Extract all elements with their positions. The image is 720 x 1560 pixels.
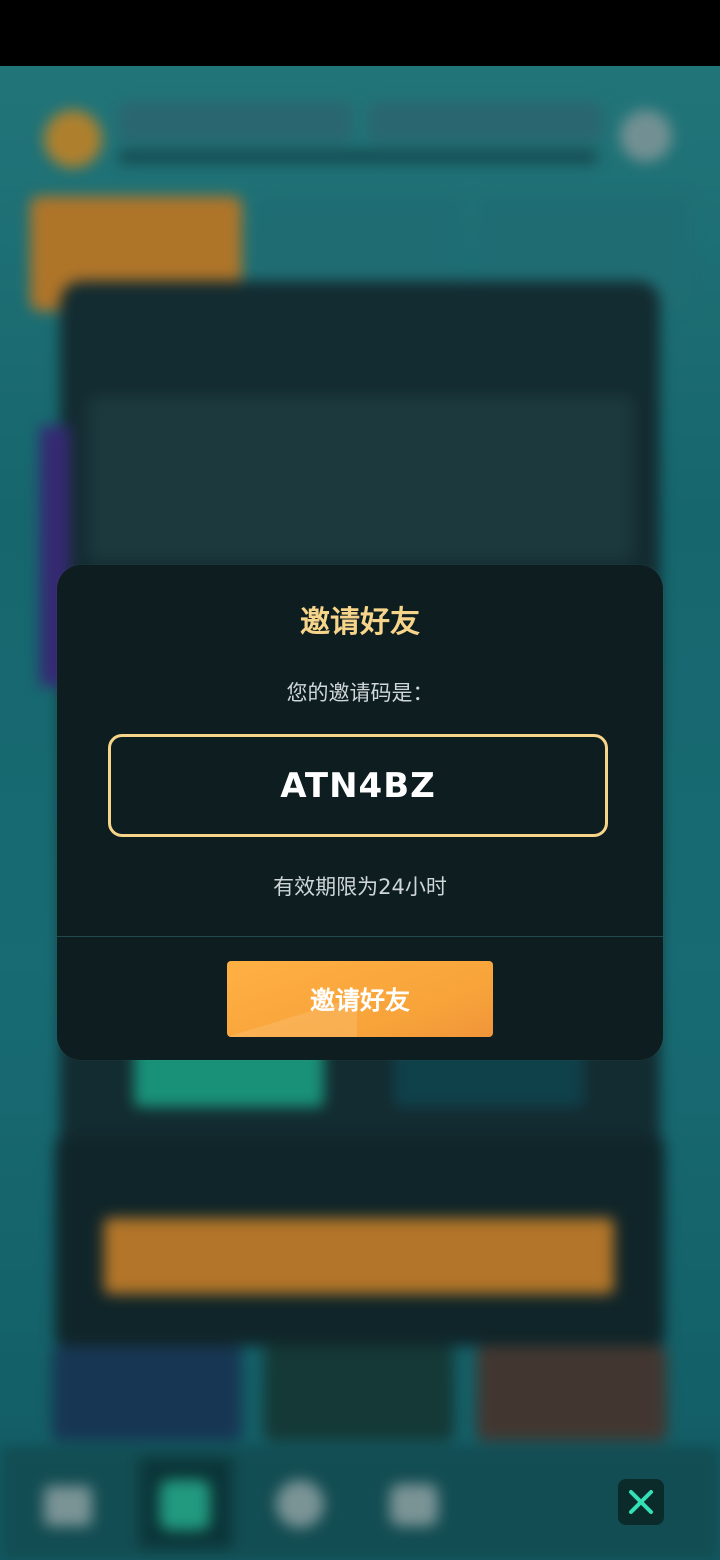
invite-code-value: ATN4BZ: [280, 765, 436, 806]
invite-code-label: 您的邀请码是：: [286, 681, 434, 705]
modal-divider: [57, 936, 663, 937]
close-button[interactable]: [618, 1479, 664, 1525]
invite-friends-button-label: 邀请好友: [309, 986, 410, 1015]
invite-friends-button[interactable]: 邀请好友: [227, 961, 493, 1037]
close-icon: [629, 1490, 653, 1514]
validity-text: 有效期限为24小时: [273, 875, 447, 899]
modal-title: 邀请好友: [300, 605, 420, 640]
status-bar: [0, 0, 720, 66]
invite-code-box: ATN4BZ: [108, 734, 608, 837]
